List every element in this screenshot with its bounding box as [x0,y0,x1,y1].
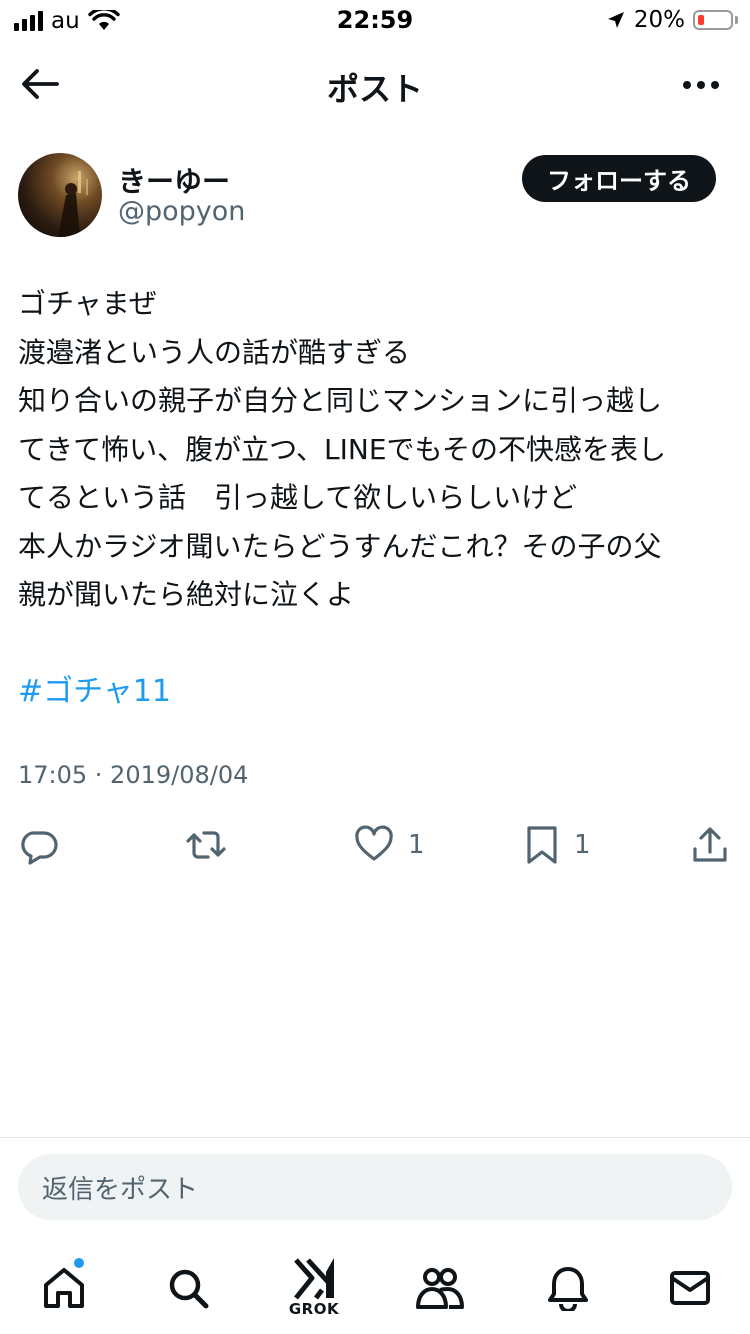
nav-home[interactable] [34,1256,94,1318]
dot [683,81,691,89]
nav-communities[interactable] [410,1258,470,1318]
bookmark-icon [527,826,557,864]
avatar-image [58,171,88,237]
tweet-text: ゴチャまぜ 渡邉渚という人の話が酷すぎる 知り合いの親子が自分と同じマンションに… [18,287,666,611]
share-icon [693,827,727,862]
communities-icon [416,1268,464,1309]
notifications-icon [548,1267,588,1311]
hashtag-link[interactable]: #ゴチャ11 [18,666,171,710]
nav-messages[interactable] [660,1258,720,1318]
avatar[interactable] [18,153,102,237]
tweet-timestamp[interactable]: 17:05 · 2019/08/04 [18,761,248,789]
heart-icon [355,825,393,861]
status-right: 20% [606,7,738,33]
share-button[interactable] [690,820,730,870]
battery-percent: 20% [633,7,685,33]
search-icon [169,1269,209,1309]
nav-search[interactable] [158,1258,218,1318]
retweet-icon [186,831,226,859]
dot [697,81,705,89]
more-options-button[interactable] [676,70,726,100]
messages-icon [670,1271,710,1305]
retweet-button[interactable] [184,820,228,870]
author-display-name[interactable]: きーゆー [118,160,230,200]
grok-icon [294,1258,334,1300]
reply-input[interactable]: 返信をポスト [18,1154,732,1220]
like-count: 1 [408,830,425,860]
bookmark-button[interactable]: 1 [524,820,591,870]
battery-tip [735,16,738,24]
battery-icon [693,10,733,30]
dot [711,81,719,89]
status-bar: au 22:59 20% [0,0,750,40]
author-handle[interactable]: @popyon [118,196,245,227]
reply-placeholder: 返信をポスト [42,1174,199,1205]
follow-button[interactable]: フォローする [522,155,716,202]
comment-icon [21,831,58,865]
nav-grok[interactable]: GROK [284,1252,344,1322]
page-title: ポスト [326,70,423,108]
home-notification-dot [72,1256,86,1270]
nav-notifications[interactable] [538,1258,598,1318]
home-icon [44,1268,84,1308]
divider [0,1137,750,1138]
reply-button[interactable] [18,820,58,870]
location-arrow-icon [607,12,624,28]
bookmark-count: 1 [574,830,591,860]
grok-label: GROK [288,1300,340,1318]
like-button[interactable]: 1 [354,820,425,870]
